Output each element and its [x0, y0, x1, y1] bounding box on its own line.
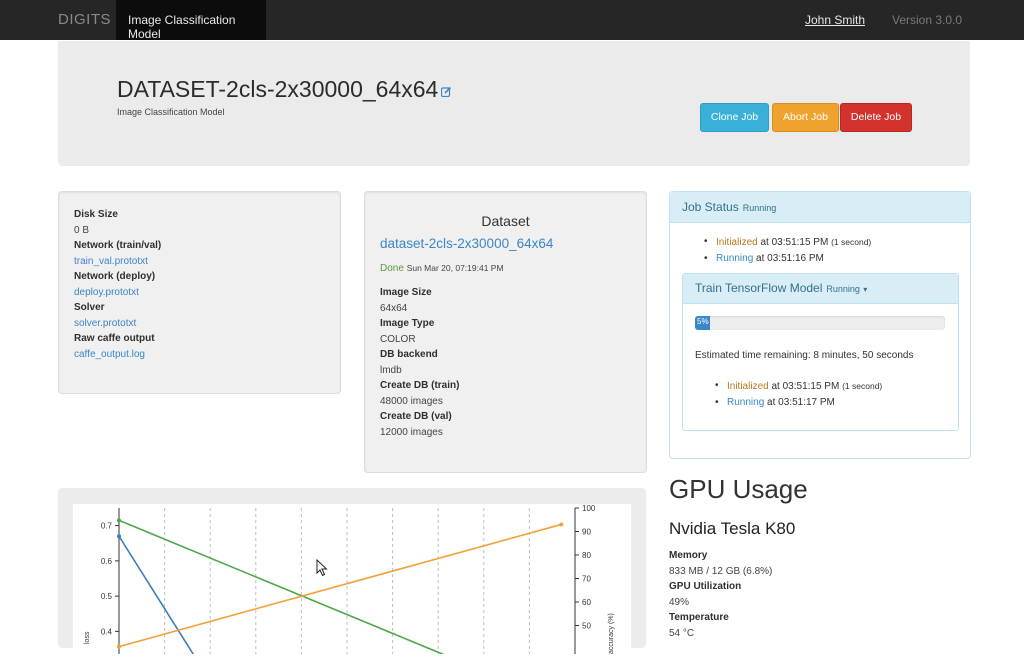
data-point — [559, 522, 564, 527]
series-line — [118, 523, 562, 648]
train-model-header[interactable]: Train TensorFlow Model Running ▾ — [683, 274, 958, 304]
job-status-header: Job Status Running — [670, 192, 970, 223]
y2-tick-label: 90 — [582, 528, 591, 537]
abort-job-button[interactable]: Abort Job — [772, 103, 839, 132]
y-tick-label: 0.4 — [101, 627, 113, 636]
raw-output-label: Raw caffe output — [74, 333, 155, 344]
list-item: Initialized at 03:51:15 PM (1 second) — [704, 234, 871, 251]
train-progress-bar: 5% — [695, 316, 945, 330]
db-backend-label: DB backend — [380, 349, 438, 360]
image-type-label: Image Type — [380, 318, 435, 329]
y-axis-label: loss — [84, 631, 91, 644]
dataset-status: Done — [380, 263, 404, 274]
navbar: DIGITS Image Classification Model John S… — [0, 0, 1024, 41]
mouse-cursor-icon — [316, 558, 328, 582]
tab-label: Image Classification Model — [128, 13, 236, 41]
job-files-panel: Disk Size 0 B Network (train/val) train_… — [58, 191, 341, 394]
train-val-link[interactable]: train_val.prototxt — [74, 254, 161, 270]
series-line — [118, 535, 198, 659]
y2-tick-label: 60 — [582, 598, 591, 607]
create-db-train-value: 48000 images — [380, 395, 443, 407]
eta-text: Estimated time remaining: 8 minutes, 50 … — [695, 350, 914, 361]
gpu-utilization-label: GPU Utilization — [669, 581, 742, 593]
data-point — [117, 518, 121, 523]
dataset-panel: Dataset dataset-2cls-2x30000_64x64 Done … — [364, 191, 647, 473]
data-point — [117, 644, 121, 649]
edit-icon[interactable] — [441, 86, 452, 100]
image-type-value: COLOR — [380, 333, 416, 345]
job-status-state: Running — [742, 203, 777, 213]
solver-link[interactable]: solver.prototxt — [74, 316, 161, 332]
train-model-state: Running — [826, 284, 860, 294]
list-item: Initialized at 03:51:15 PM (1 second) — [715, 378, 882, 395]
gpu-name: Nvidia Tesla K80 — [669, 519, 796, 538]
temperature-label: Temperature — [669, 612, 729, 624]
delete-job-button[interactable]: Delete Job — [840, 103, 912, 132]
caffe-output-link[interactable]: caffe_output.log — [74, 347, 161, 363]
user-link[interactable]: John Smith — [805, 13, 865, 27]
create-db-train-label: Create DB (train) — [380, 380, 460, 391]
create-db-val-label: Create DB (val) — [380, 411, 452, 422]
y2-tick-label: 80 — [582, 551, 591, 560]
y2-tick-label: 100 — [582, 504, 596, 513]
train-status-list: Initialized at 03:51:15 PM (1 second) Ru… — [715, 378, 882, 411]
tab-image-classification-model[interactable]: Image Classification Model — [116, 0, 266, 41]
solver-label: Solver — [74, 302, 105, 313]
progress-label: 5% — [697, 317, 709, 326]
job-header: DATASET-2cls-2x30000_64x64 Image Classif… — [58, 41, 970, 166]
memory-value: 833 MB / 12 GB (6.8%) — [669, 565, 773, 577]
job-subtitle: Image Classification Model — [117, 107, 225, 117]
network-deploy-label: Network (deploy) — [74, 271, 156, 282]
page-title: DATASET-2cls-2x30000_64x64 — [117, 76, 452, 103]
y-tick-label: 0.6 — [101, 557, 113, 566]
disk-size-label: Disk Size — [74, 209, 118, 220]
gpu-stats: Memory 833 MB / 12 GB (6.8%) GPU Utiliza… — [669, 548, 772, 642]
y-tick-label: 0.5 — [101, 592, 113, 601]
db-backend-value: lmdb — [380, 364, 402, 376]
image-size-label: Image Size — [380, 287, 432, 298]
train-model-panel: Train TensorFlow Model Running ▾ 5% Estim… — [682, 273, 959, 431]
training-chart: 0.7 0.6 0.5 0.4 100 90 80 70 60 50 loss accuracy (%… — [73, 504, 631, 659]
series-line — [118, 519, 448, 657]
data-point — [117, 534, 121, 539]
dataset-status-time: Sun Mar 20, 07:19:41 PM — [406, 263, 504, 273]
dataset-heading: Dataset — [481, 213, 530, 229]
job-status-panel: Job StatusRunning Initialized at 03:51:1… — [669, 191, 971, 459]
version-label: Version 3.0.0 — [892, 13, 963, 27]
job-status-list: Initialized at 03:51:15 PM (1 second) Ru… — [704, 234, 871, 267]
job-status-title: Job Status Running — [682, 200, 777, 214]
memory-label: Memory — [669, 550, 708, 561]
y2-axis-label: accuracy (%) — [608, 613, 615, 654]
gpu-usage-heading: GPU Usage — [669, 474, 808, 504]
dataset-link[interactable]: dataset-2cls-2x30000_64x64 — [380, 236, 553, 251]
clone-job-button[interactable]: Clone Job — [700, 103, 769, 132]
job-title-text: DATASET-2cls-2x30000_64x64 — [117, 76, 439, 102]
train-model-title: Train TensorFlow Model Running ▾ — [695, 281, 868, 295]
caret-down-icon[interactable]: ▾ — [863, 285, 867, 294]
create-db-val-value: 12000 images — [380, 426, 443, 438]
progress-fill: 5% — [695, 316, 710, 330]
y2-tick-label: 70 — [582, 575, 591, 584]
network-train-label: Network (train/val) — [74, 240, 162, 251]
training-chart-panel: 0.7 0.6 0.5 0.4 100 90 80 70 60 50 loss accuracy (%… — [58, 488, 646, 659]
y2-tick-label: 50 — [582, 622, 591, 631]
gpu-utilization-value: 49% — [669, 596, 690, 608]
list-item: Running at 03:51:16 PM — [704, 251, 871, 267]
deploy-link[interactable]: deploy.prototxt — [74, 285, 161, 301]
disk-size-value: 0 B — [74, 224, 90, 236]
image-size-value: 64x64 — [380, 302, 408, 314]
list-item: Running at 03:51:17 PM — [715, 395, 882, 411]
temperature-value: 54 °C — [669, 627, 695, 639]
chart-svg[interactable]: 0.7 0.6 0.5 0.4 100 90 80 70 60 50 loss accuracy (%… — [73, 504, 631, 659]
brand-logo[interactable]: DIGITS — [58, 11, 111, 28]
y-tick-label: 0.7 — [101, 522, 113, 531]
